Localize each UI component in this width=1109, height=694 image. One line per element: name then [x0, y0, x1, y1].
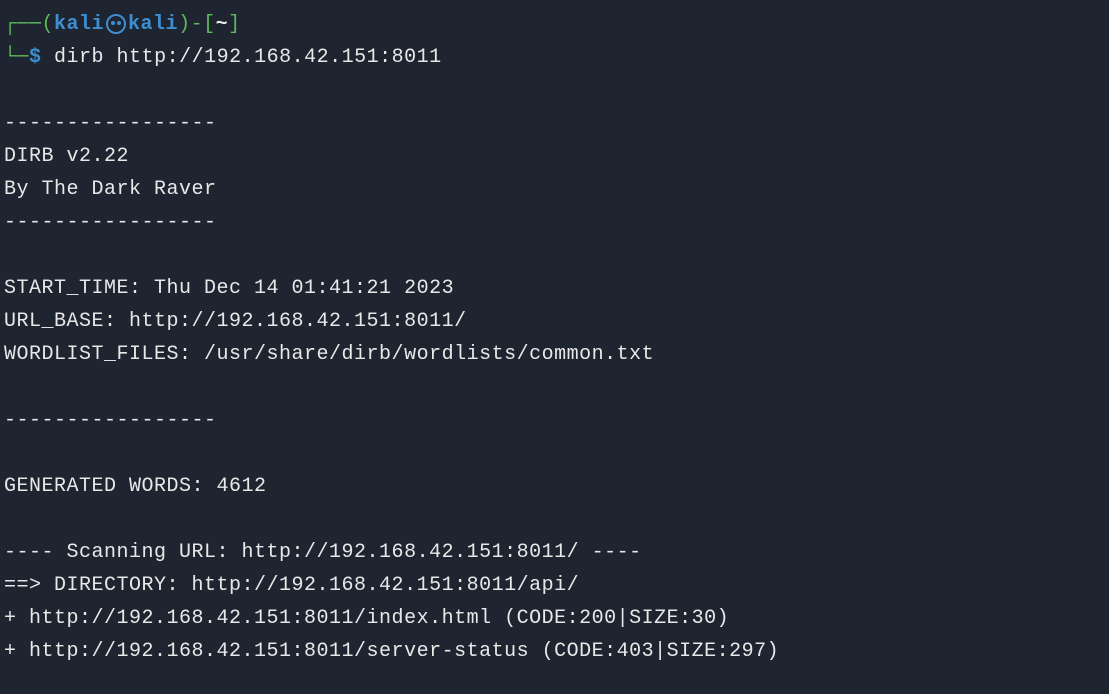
prompt-line-2: └─$ dirb http://192.168.42.151:8011 — [4, 41, 1105, 74]
output-separator-1: ----------------- — [4, 107, 1105, 140]
blank-line — [4, 503, 1105, 536]
prompt-host: kali — [128, 13, 178, 36]
output-generated: GENERATED WORDS: 4612 — [4, 470, 1105, 503]
blank-line — [4, 239, 1105, 272]
blank-line — [4, 371, 1105, 404]
skull-icon — [106, 14, 126, 34]
blank-line — [4, 437, 1105, 470]
output-urlbase: URL_BASE: http://192.168.42.151:8011/ — [4, 305, 1105, 338]
output-header-1: DIRB v2.22 — [4, 140, 1105, 173]
prompt-line-1: ┌──(kalikali)-[~] — [4, 8, 1105, 41]
output-result-2: + http://192.168.42.151:8011/server-stat… — [4, 635, 1105, 668]
output-separator-3: ----------------- — [4, 404, 1105, 437]
command-text: dirb http://192.168.42.151:8011 — [54, 46, 442, 69]
blank-line — [4, 74, 1105, 107]
output-wordlist: WORDLIST_FILES: /usr/share/dirb/wordlist… — [4, 338, 1105, 371]
output-starttime: START_TIME: Thu Dec 14 01:41:21 2023 — [4, 272, 1105, 305]
terminal-window[interactable]: ┌──(kalikali)-[~] └─$ dirb http://192.16… — [4, 8, 1105, 668]
prompt-path: ~ — [216, 13, 229, 36]
output-directory: ==> DIRECTORY: http://192.168.42.151:801… — [4, 569, 1105, 602]
output-separator-2: ----------------- — [4, 206, 1105, 239]
output-scanning: ---- Scanning URL: http://192.168.42.151… — [4, 536, 1105, 569]
output-header-2: By The Dark Raver — [4, 173, 1105, 206]
prompt-symbol: $ — [29, 46, 42, 69]
prompt-user: kali — [54, 13, 104, 36]
output-result-1: + http://192.168.42.151:8011/index.html … — [4, 602, 1105, 635]
